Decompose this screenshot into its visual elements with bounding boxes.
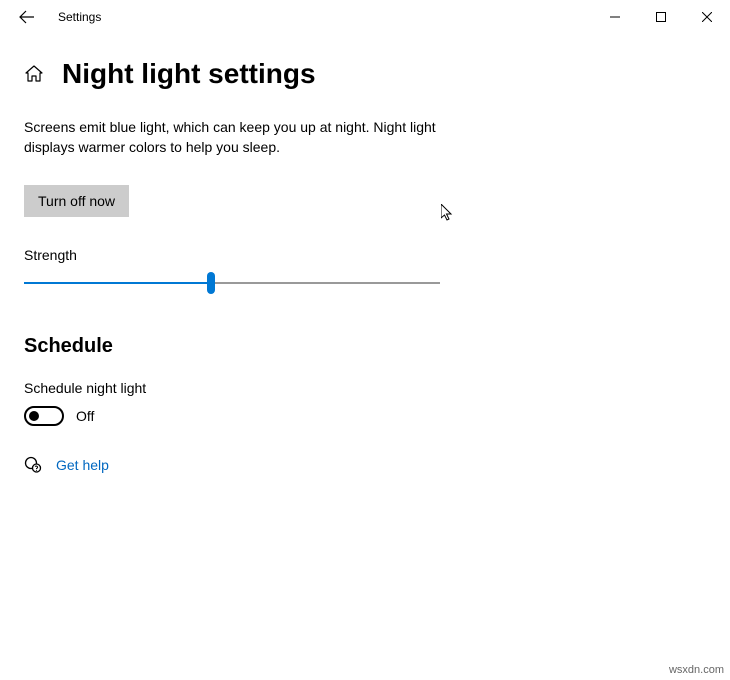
titlebar-title: Settings bbox=[58, 10, 101, 24]
minimize-icon bbox=[610, 12, 620, 22]
turn-off-button[interactable]: Turn off now bbox=[24, 185, 129, 217]
page-header: Night light settings bbox=[24, 58, 706, 90]
strength-slider-group: Strength bbox=[24, 247, 706, 287]
close-button[interactable] bbox=[684, 2, 730, 32]
schedule-toggle-row: Off bbox=[24, 406, 706, 426]
page-title: Night light settings bbox=[62, 58, 316, 90]
schedule-toggle-label: Schedule night light bbox=[24, 380, 706, 396]
home-button[interactable] bbox=[24, 64, 44, 84]
get-help-link[interactable]: Get help bbox=[56, 457, 109, 473]
minimize-button[interactable] bbox=[592, 2, 638, 32]
slider-fill bbox=[24, 282, 211, 284]
window-controls bbox=[592, 2, 730, 32]
home-icon bbox=[25, 65, 43, 83]
back-arrow-icon bbox=[19, 9, 35, 25]
content-area: Night light settings Screens emit blue l… bbox=[0, 34, 730, 474]
toggle-knob bbox=[29, 411, 39, 421]
toggle-state-text: Off bbox=[76, 408, 94, 424]
close-icon bbox=[702, 12, 712, 22]
help-row: Get help bbox=[24, 456, 706, 474]
help-icon bbox=[24, 456, 42, 474]
maximize-button[interactable] bbox=[638, 2, 684, 32]
strength-label: Strength bbox=[24, 247, 706, 263]
titlebar: Settings bbox=[0, 0, 730, 34]
back-button[interactable] bbox=[12, 2, 42, 32]
watermark: wsxdn.com bbox=[669, 664, 724, 676]
slider-thumb[interactable] bbox=[207, 272, 215, 294]
strength-slider[interactable] bbox=[24, 279, 440, 287]
schedule-toggle[interactable] bbox=[24, 406, 64, 426]
description-text: Screens emit blue light, which can keep … bbox=[24, 118, 444, 157]
schedule-heading: Schedule bbox=[24, 335, 706, 358]
maximize-icon bbox=[656, 12, 666, 22]
